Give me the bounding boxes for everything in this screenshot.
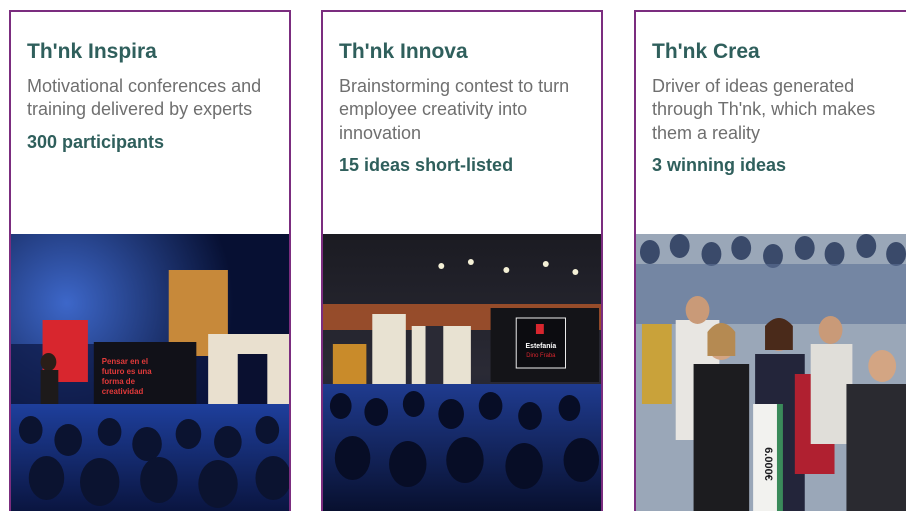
card-stat: 3 winning ideas <box>652 155 787 176</box>
card-thnk-inspira: Th'nk Inspira Motivational conferences a… <box>9 10 291 511</box>
contest-stage-image: Estefanía Dino Fraba <box>323 234 601 511</box>
screen-sub-text: Dino Fraba <box>526 353 556 359</box>
card-description: Motivational conferences and training de… <box>27 76 262 120</box>
card-text-box: Th'nk Inspira Motivational conferences a… <box>9 10 291 234</box>
winners-photo: 6.000€ <box>634 234 906 511</box>
cheque-amount-text: 6.000€ <box>762 447 774 481</box>
card-thnk-crea: Th'nk Crea Driver of ideas generated thr… <box>634 10 906 511</box>
card-description: Brainstorming contest to turn employee c… <box>339 76 570 143</box>
card-title: Th'nk Innova <box>339 40 468 63</box>
card-text-box: Th'nk Innova Brainstorming contest to tu… <box>321 10 603 234</box>
card-description: Driver of ideas generated through Th'nk,… <box>652 76 876 143</box>
conference-photo: Pensar en el futuro es una forma de crea… <box>9 234 291 511</box>
card-text-box: Th'nk Crea Driver of ideas generated thr… <box>634 10 906 234</box>
card-title: Th'nk Inspira <box>27 40 157 63</box>
card-title: Th'nk Crea <box>652 40 760 63</box>
winners-crowd-image: 6.000€ <box>636 234 906 511</box>
card-stat: 15 ideas short-listed <box>339 155 514 176</box>
conference-stage-image: Pensar en el futuro es una forma de crea… <box>11 234 289 511</box>
card-stat: 300 participants <box>27 131 165 152</box>
screen-name-text: Estefanía <box>526 343 557 350</box>
contest-photo: Estefanía Dino Fraba <box>321 234 603 511</box>
card-thnk-innova: Th'nk Innova Brainstorming contest to tu… <box>321 10 603 511</box>
